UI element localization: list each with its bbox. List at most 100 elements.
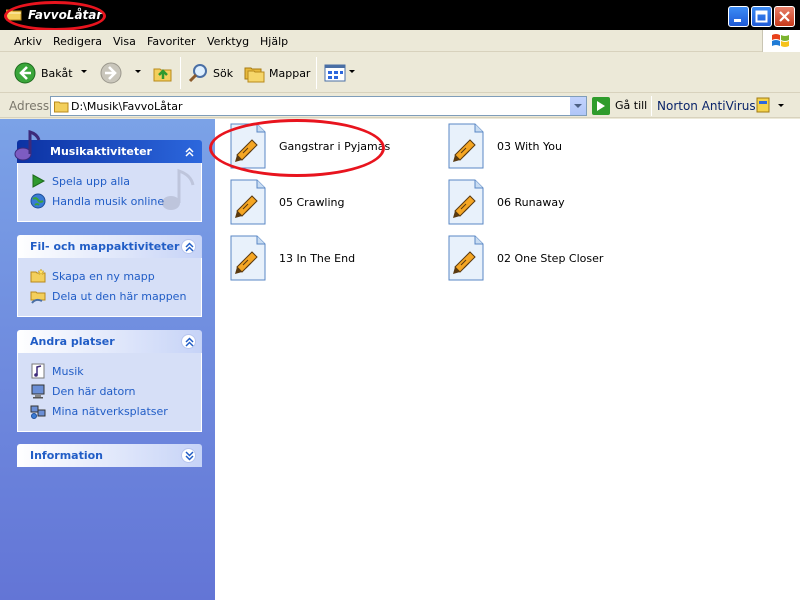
panel-title: Andra platser	[30, 335, 115, 348]
norton-dropdown-arrow[interactable]	[778, 104, 784, 107]
computer-icon	[30, 383, 46, 399]
place-label: Mina nätverksplatser	[52, 404, 168, 418]
panel-body: Spela upp alla Handla musik online	[17, 163, 202, 222]
menu-item-verktyg[interactable]: Verktyg	[207, 35, 249, 48]
file-name: 05 Crawling	[279, 196, 345, 209]
panel-header[interactable]: Information	[17, 444, 202, 467]
close-icon	[779, 11, 790, 22]
file-item[interactable]: 06 Runaway	[441, 175, 641, 227]
panel-other-places: Andra platser Musik Den här datorn Mina …	[17, 330, 202, 432]
panel-header[interactable]: Musikaktiviteter	[14, 130, 202, 163]
globe-icon	[30, 193, 46, 209]
file-item[interactable]: Gangstrar i Pyjamas	[223, 119, 423, 171]
back-button[interactable]: Bakåt	[10, 53, 92, 93]
music-folder-icon	[30, 363, 46, 379]
collapse-chevron-icon[interactable]	[181, 144, 196, 159]
explorer-window: FavvoLåtar Arkiv Redigera Visa Favoriter…	[0, 0, 800, 600]
menu-bar: Arkiv Redigera Visa Favoriter Verktyg Hj…	[0, 30, 800, 52]
address-dropdown-button[interactable]	[569, 97, 586, 115]
address-label: Adress	[9, 99, 50, 113]
folders-button[interactable]: Mappar	[242, 53, 312, 93]
address-separator	[651, 96, 652, 116]
views-button[interactable]	[322, 53, 356, 93]
collapse-chevron-icon[interactable]	[181, 334, 196, 349]
place-label: Den här datorn	[52, 384, 136, 398]
views-dropdown-arrow[interactable]	[349, 70, 355, 73]
toolbar: Bakåt Sök Mappar	[0, 53, 800, 93]
winamp-file-icon	[448, 235, 484, 281]
file-item[interactable]: 13 In The End	[223, 231, 423, 283]
task-label: Dela ut den här mappen	[52, 289, 187, 303]
file-list-view[interactable]: Gangstrar i Pyjamas 03 With You 05 Crawl…	[215, 119, 800, 600]
winamp-file-icon	[230, 123, 266, 169]
panel-title: Musikaktiviteter	[50, 145, 152, 158]
file-name: 03 With You	[497, 140, 562, 153]
panel-title: Fil- och mappaktiviteter	[30, 240, 180, 253]
views-icon	[324, 64, 346, 82]
search-icon	[188, 64, 207, 83]
winamp-file-icon	[448, 179, 484, 225]
menu-item-hjalp[interactable]: Hjälp	[260, 35, 288, 48]
panel-title: Information	[30, 449, 103, 462]
task-label: Handla musik online	[52, 194, 165, 208]
file-name: Gangstrar i Pyjamas	[279, 140, 391, 153]
forward-dropdown-arrow[interactable]	[135, 70, 141, 73]
go-button-label[interactable]: Gå till	[615, 99, 647, 112]
collapse-chevron-icon[interactable]	[181, 239, 196, 254]
expand-chevron-icon[interactable]	[181, 448, 196, 463]
maximize-button[interactable]	[751, 6, 772, 27]
back-arrow-icon	[14, 62, 36, 84]
file-item[interactable]: 03 With You	[441, 119, 641, 171]
task-label: Spela upp alla	[52, 174, 131, 188]
new-folder-icon	[30, 268, 46, 284]
panel-header[interactable]: Fil- och mappaktiviteter	[17, 235, 202, 258]
music-watermark-icon	[162, 168, 195, 210]
file-item[interactable]: 05 Crawling	[223, 175, 423, 227]
panel-header[interactable]: Andra platser	[17, 330, 202, 353]
winamp-file-icon	[230, 235, 266, 281]
toolbar-separator	[316, 57, 317, 89]
panel-information: Information	[17, 444, 202, 467]
norton-antivirus-button[interactable]: Norton AntiVirus	[657, 99, 756, 113]
maximize-icon	[755, 10, 768, 23]
place-network[interactable]: Mina nätverksplatser	[30, 401, 189, 421]
up-folder-button[interactable]	[150, 53, 176, 93]
menu-item-arkiv[interactable]: Arkiv	[14, 35, 42, 48]
task-share-folder[interactable]: Dela ut den här mappen	[30, 286, 189, 306]
search-button[interactable]: Sök	[186, 53, 238, 93]
close-button[interactable]	[774, 6, 795, 27]
up-folder-icon	[153, 68, 172, 82]
winamp-file-icon	[448, 123, 484, 169]
address-bar: Adress D:\Musik\FavvoLåtar Gå till Norto…	[0, 94, 800, 118]
place-my-computer[interactable]: Den här datorn	[30, 381, 189, 401]
place-music[interactable]: Musik	[30, 361, 189, 381]
windows-logo	[762, 30, 800, 52]
file-item[interactable]: 02 One Step Closer	[441, 231, 641, 283]
forward-arrow-icon	[100, 62, 122, 84]
norton-icon[interactable]	[756, 97, 770, 113]
back-label: Bakåt	[41, 67, 73, 80]
panel-file-folder-tasks: Fil- och mappaktiviteter Skapa en ny map…	[17, 235, 202, 317]
task-label: Skapa en ny mapp	[52, 269, 155, 283]
folder-icon	[54, 101, 69, 113]
panel-body: Skapa en ny mapp Dela ut den här mappen	[17, 258, 202, 317]
address-input[interactable]: D:\Musik\FavvoLåtar	[50, 96, 587, 116]
file-name: 02 One Step Closer	[497, 252, 604, 265]
folders-label: Mappar	[269, 67, 311, 80]
task-new-folder[interactable]: Skapa en ny mapp	[30, 266, 189, 286]
title-annotation-circle	[4, 1, 106, 31]
forward-button[interactable]	[96, 53, 144, 93]
menu-item-redigera[interactable]: Redigera	[53, 35, 102, 48]
minimize-button[interactable]	[728, 6, 749, 27]
go-arrow-icon[interactable]	[592, 97, 610, 115]
address-path: D:\Musik\FavvoLåtar	[71, 100, 183, 113]
place-label: Musik	[52, 364, 84, 378]
windows-flag-icon	[772, 34, 789, 47]
folders-icon	[244, 67, 265, 83]
music-note-icon	[14, 130, 41, 161]
back-dropdown-arrow[interactable]	[81, 70, 87, 73]
title-bar[interactable]: FavvoLåtar	[0, 0, 800, 31]
file-name: 13 In The End	[279, 252, 356, 265]
menu-item-favoriter[interactable]: Favoriter	[147, 35, 195, 48]
menu-item-visa[interactable]: Visa	[113, 35, 136, 48]
